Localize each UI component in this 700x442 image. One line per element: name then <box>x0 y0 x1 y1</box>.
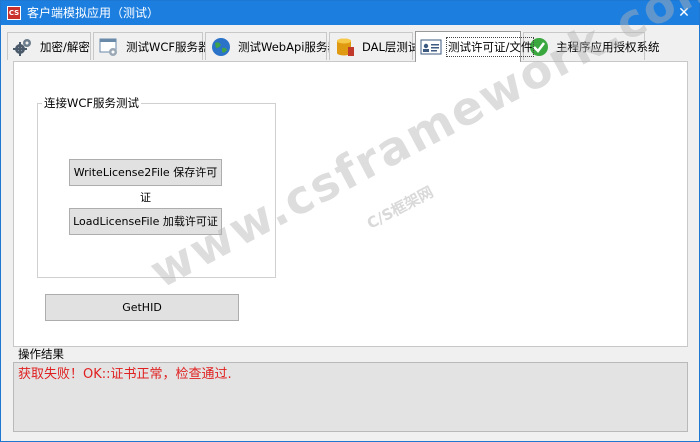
tab-main-app-authorization[interactable]: 主程序应用授权系统 <box>523 32 660 60</box>
gears-icon <box>13 38 31 56</box>
tab-test-license-file[interactable]: 测试许可证/文件 <box>415 31 535 62</box>
tab-encrypt-decrypt[interactable]: 加密/解密 <box>7 32 91 60</box>
tab-test-wcf-server[interactable]: 测试WCF服务器 <box>93 32 210 60</box>
tab-test-webapi-server[interactable]: 测试WebApi服务器 <box>205 32 339 60</box>
tab-label: 测试WebApi服务器 <box>238 39 339 54</box>
id-card-icon <box>420 39 442 55</box>
server-window-icon <box>99 38 117 56</box>
database-icon <box>337 38 354 56</box>
globe-icon <box>212 37 230 56</box>
tab-label: DAL层测试 <box>362 39 420 54</box>
app-logo-icon: CS <box>7 6 21 20</box>
result-text: 获取失败！OK::证书正常，检查通过. <box>18 367 232 382</box>
write-license-button[interactable]: WriteLicense2File 保存许可证 <box>69 159 222 204</box>
tab-label: 测试WCF服务器 <box>126 39 210 54</box>
window-title: 客户端模拟应用（测试） <box>27 6 160 20</box>
result-textbox[interactable]: 获取失败！OK::证书正常，检查通过. <box>13 362 688 432</box>
close-button[interactable]: ✕ <box>675 4 693 22</box>
groupbox-title: 连接WCF服务测试 <box>42 96 142 110</box>
tab-label: 测试许可证/文件 <box>445 37 535 57</box>
tab-label: 加密/解密 <box>40 39 90 54</box>
gethid-button[interactable]: GetHID <box>45 294 239 321</box>
title-bar[interactable]: CS 客户端模拟应用（测试） ✕ <box>1 1 699 25</box>
tab-page-license: 连接WCF服务测试 WriteLicense2File 保存许可证 LoadLi… <box>13 61 688 347</box>
tab-strip: 加密/解密 测试WCF服务器 测试WebApi服务器 DAL层测试 测试许可证/… <box>7 31 693 62</box>
load-license-button[interactable]: LoadLicenseFile 加载许可证 <box>69 208 222 235</box>
result-label: 操作结果 <box>18 347 64 361</box>
tab-dal-test[interactable]: DAL层测试 <box>329 32 419 60</box>
tab-label: 主程序应用授权系统 <box>556 39 660 54</box>
wcf-connect-groupbox: 连接WCF服务测试 WriteLicense2File 保存许可证 LoadLi… <box>37 96 276 278</box>
app-window: CS 客户端模拟应用（测试） ✕ 加密/解密 测试WCF服务器 测试WebApi… <box>0 0 700 442</box>
